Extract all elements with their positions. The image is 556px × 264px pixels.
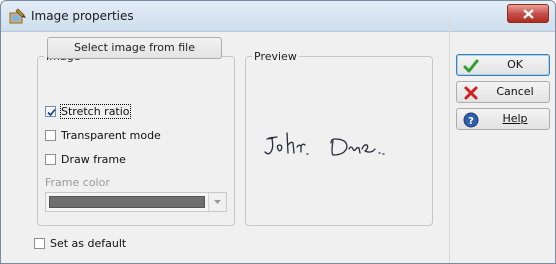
check-icon [47,108,56,116]
preview-group-legend: Preview [252,50,299,63]
draw-frame-checkbox[interactable] [45,153,56,165]
stretch-ratio-checkbox[interactable] [45,105,56,117]
set-as-default-label: Set as default [50,237,127,250]
transparent-mode-label: Transparent mode [61,128,161,142]
select-image-button[interactable]: Select image from file [47,37,222,59]
frame-color-select[interactable] [45,192,227,212]
stretch-ratio-label: Stretch ratio [60,103,131,119]
chevron-down-icon [214,200,221,204]
window-title: Image properties [31,9,134,23]
dialog-window: Image properties Image Select image from… [0,0,556,264]
draw-frame-label: Draw frame [61,152,126,166]
cancel-label: Cancel [496,85,534,98]
help-label: Help [502,112,528,125]
cancel-x-icon [463,85,479,101]
frame-color-swatch [49,196,205,208]
ok-label: OK [507,58,523,71]
draw-frame-row[interactable]: Draw frame [45,152,126,166]
check-icon [463,58,479,74]
transparent-mode-row[interactable]: Transparent mode [45,128,161,142]
app-icon [9,8,27,24]
help-button[interactable]: ? Help [456,108,550,130]
frame-color-dropdown-button[interactable] [208,193,226,211]
svg-text:?: ? [468,116,474,127]
stretch-ratio-row[interactable]: Stretch ratio [45,103,131,119]
set-as-default-row[interactable]: Set as default [34,237,126,250]
ok-button[interactable]: OK [456,54,550,76]
cancel-button[interactable]: Cancel [456,81,550,103]
transparent-mode-checkbox[interactable] [45,129,56,141]
set-as-default-checkbox[interactable] [34,238,45,249]
frame-color-label: Frame color [45,176,110,189]
signature-preview-image [264,132,385,156]
help-icon: ? [463,112,479,128]
